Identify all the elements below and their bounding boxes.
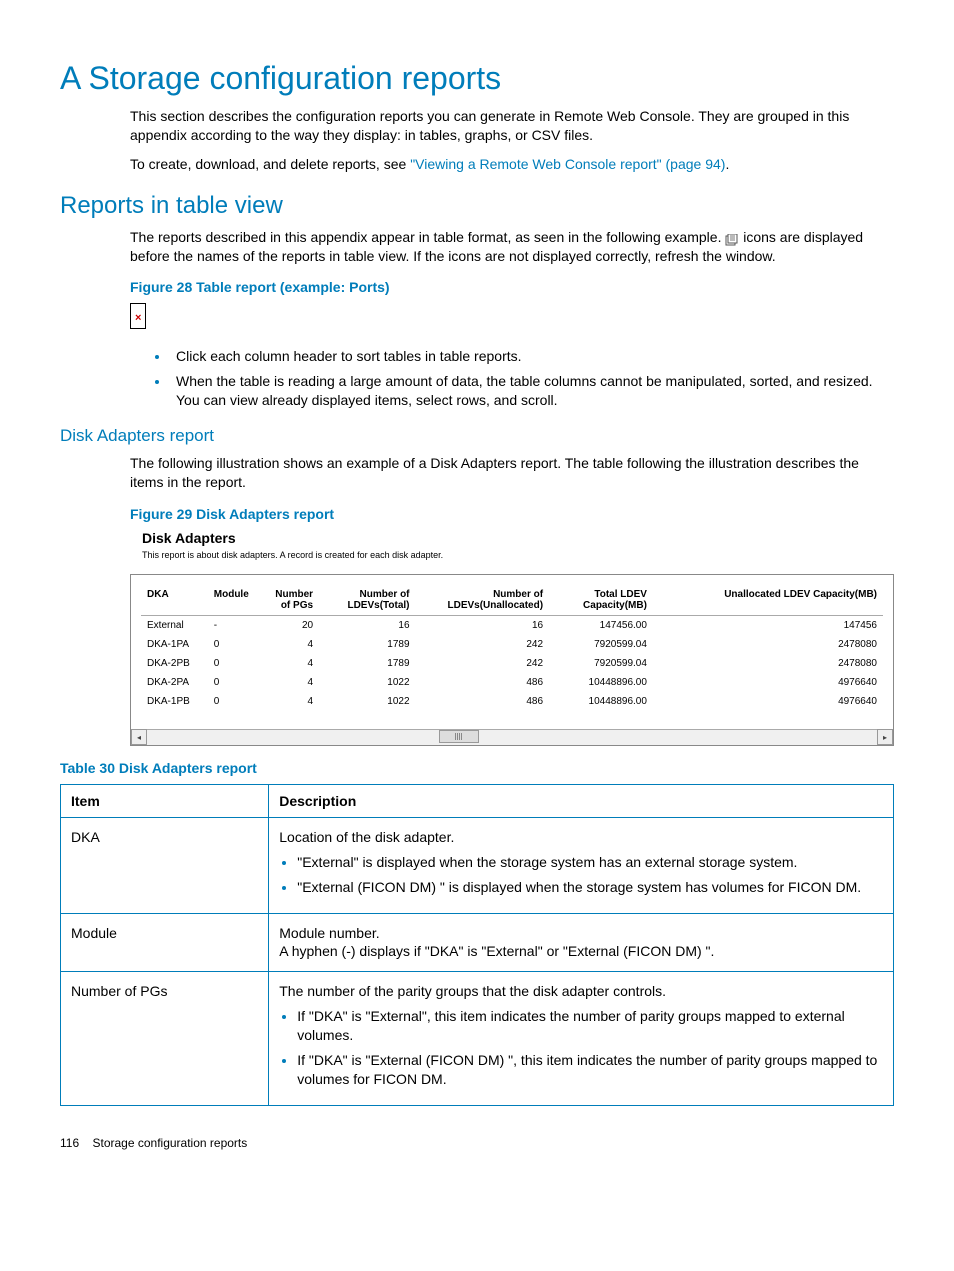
list-item: When the table is reading a large amount… [170,372,894,410]
table-row[interactable]: External-201616147456.00147456 [141,615,883,635]
table-30: Item Description DKALocation of the disk… [60,784,894,1106]
table-row[interactable]: DKA-2PA04102248610448896.004976640 [141,673,883,692]
description-cell: Module number.A hyphen (-) displays if "… [269,913,894,972]
page-footer: 116 Storage configuration reports [60,1136,894,1150]
list-item: If "DKA" is "External", this item indica… [297,1007,883,1045]
column-header[interactable]: Total LDEV Capacity(MB) [549,585,653,616]
scrollbar-track[interactable] [147,729,877,745]
table-view-paragraph: The reports described in this appendix a… [60,228,894,266]
missing-image-icon: × [130,303,146,329]
table-row[interactable]: DKA-1PB04102248610448896.004976640 [141,692,883,711]
figure-29-caption: Figure 29 Disk Adapters report [60,506,894,522]
intro-paragraph-1: This section describes the configuration… [60,107,894,145]
section-heading-disk-adapters: Disk Adapters report [60,426,894,446]
horizontal-scrollbar[interactable]: ◂ ▸ [131,729,893,745]
item-cell: Number of PGs [61,972,269,1105]
disk-adapters-inner-table: DKAModuleNumber of PGsNumber of LDEVs(To… [141,585,883,711]
section-heading-table-view: Reports in table view [60,192,894,220]
description-cell: The number of the parity groups that the… [269,972,894,1105]
disk-adapters-paragraph: The following illustration shows an exam… [60,454,894,492]
page-number: 116 [60,1136,79,1150]
column-header[interactable]: Module [208,585,260,616]
intro-paragraph-2: To create, download, and delete reports,… [60,155,894,174]
page-title: A Storage configuration reports [60,60,894,97]
th-item: Item [61,784,269,817]
footer-title: Storage configuration reports [92,1136,247,1150]
column-header[interactable]: DKA [141,585,208,616]
description-cell: Location of the disk adapter."External" … [269,817,894,913]
report-title: Disk Adapters [142,530,894,546]
list-item: "External" is displayed when the storage… [297,853,883,872]
disk-adapters-report-figure: Disk Adapters This report is about disk … [60,530,894,746]
link-viewing-report[interactable]: "Viewing a Remote Web Console report" (p… [410,156,725,172]
column-header[interactable]: Number of PGs [260,585,319,616]
scroll-left-button[interactable]: ◂ [131,729,147,745]
list-item: If "DKA" is "External (FICON DM) ", this… [297,1051,883,1089]
text-pre: To create, download, and delete reports,… [130,156,410,172]
item-cell: Module [61,913,269,972]
list-item: Click each column header to sort tables … [170,347,894,366]
text-pre: The reports described in this appendix a… [130,229,725,245]
scroll-right-button[interactable]: ▸ [877,729,893,745]
list-item: "External (FICON DM) " is displayed when… [297,878,883,897]
th-description: Description [269,784,894,817]
column-header[interactable]: Number of LDEVs(Unallocated) [416,585,550,616]
item-cell: DKA [61,817,269,913]
report-scroll-area[interactable]: DKAModuleNumber of PGsNumber of LDEVs(To… [130,574,894,746]
table-row[interactable]: DKA-1PA0417892427920599.042478080 [141,635,883,654]
table-row[interactable]: DKA-2PB0417892427920599.042478080 [141,654,883,673]
table-row: ModuleModule number.A hyphen (-) display… [61,913,894,972]
table-row: Number of PGsThe number of the parity gr… [61,972,894,1105]
table-view-bullets: Click each column header to sort tables … [60,347,894,410]
table-30-caption: Table 30 Disk Adapters report [60,760,894,776]
column-header[interactable]: Number of LDEVs(Total) [319,585,415,616]
column-header[interactable]: Unallocated LDEV Capacity(MB) [653,585,883,616]
table-row: DKALocation of the disk adapter."Externa… [61,817,894,913]
figure-28-caption: Figure 28 Table report (example: Ports) [60,279,894,295]
scrollbar-thumb[interactable] [439,730,479,743]
text-post: . [725,156,729,172]
report-icon [725,232,739,244]
report-subtitle: This report is about disk adapters. A re… [142,550,894,560]
